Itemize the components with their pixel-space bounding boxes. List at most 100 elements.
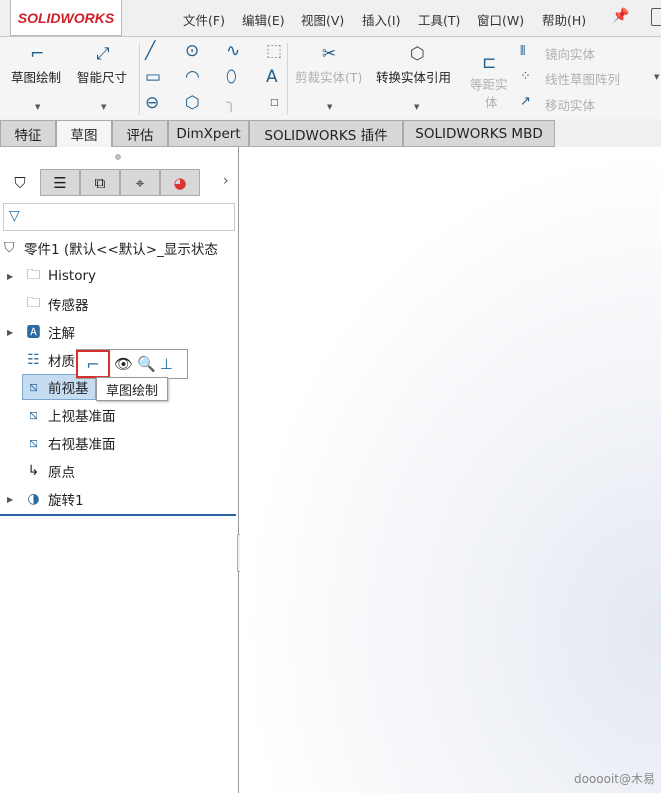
line-icon[interactable]: ╱	[145, 42, 155, 60]
dropdown-arrow-icon[interactable]: ▼	[654, 73, 659, 81]
filter-input[interactable]: ▽	[3, 203, 235, 231]
revolve-icon: ◑	[27, 491, 40, 507]
history-folder-icon: 🗀	[26, 267, 41, 283]
command-tabs: 特征 草图 评估 DimXpert SOLIDWORKS 插件 SOLIDWOR…	[0, 119, 661, 147]
plane-icon: ⧅	[29, 407, 38, 423]
menu-window[interactable]: 窗口(W)	[477, 10, 524, 29]
tab-dimxpert[interactable]: DimXpert	[168, 120, 249, 147]
display-manager-tab[interactable]: ◕	[160, 169, 200, 196]
tree-item-label: 上视基准面	[48, 409, 116, 425]
tree-item-label: 传感器	[48, 298, 89, 314]
menu-insert[interactable]: 插入(I)	[362, 10, 400, 29]
tree-item-label: History	[48, 268, 97, 284]
offset-icon: ⊏	[482, 53, 497, 73]
offset-button: 等距实	[470, 77, 508, 92]
panel-grip[interactable]	[115, 154, 121, 160]
linear-pattern-button: 线性草图阵列	[545, 72, 621, 87]
watermark: dooooit@木易	[573, 772, 655, 786]
linear-pattern-icon: ⁘	[520, 69, 531, 84]
convert-entities-button[interactable]: 转换实体引用	[376, 67, 451, 86]
pin-icon[interactable]: 📌	[612, 8, 629, 24]
construction-geometry-icon[interactable]: ⬚	[266, 42, 282, 60]
slot-icon[interactable]: ⊖	[145, 94, 159, 112]
dropdown-arrow-icon[interactable]: ▼	[35, 103, 40, 111]
mirror-button: 镜向实体	[545, 47, 596, 62]
tree-item-label: 右视基准面	[48, 437, 116, 453]
tree-item-label: 前视基	[48, 381, 89, 397]
spline-icon[interactable]: ∿	[226, 42, 240, 60]
expand-icon[interactable]: ▶	[7, 495, 13, 504]
move-button: 移动实体	[545, 98, 596, 113]
menu-view[interactable]: 视图(V)	[301, 10, 344, 29]
crosshair-icon: ⌖	[135, 173, 145, 192]
trim-icon: ✂	[322, 44, 337, 64]
tab-features[interactable]: 特征	[0, 120, 56, 147]
circle-icon[interactable]: ⊙	[185, 42, 199, 60]
tree-root-label: 零件1 (默认<<默认>_显示状态	[24, 242, 218, 258]
plane-icon: ⧅	[29, 435, 38, 451]
menu-edit[interactable]: 编辑(E)	[242, 10, 285, 29]
tab-evaluate[interactable]: 评估	[112, 120, 168, 147]
polygon-icon[interactable]: ⬡	[185, 94, 200, 112]
graphics-area[interactable]	[240, 147, 661, 793]
window-button[interactable]	[651, 8, 661, 26]
sensor-folder-icon: 🗀	[26, 295, 41, 311]
tree-item-label: 原点	[48, 465, 75, 481]
rectangle-icon[interactable]: ▭	[145, 68, 161, 86]
arc-icon[interactable]: ◠	[185, 68, 200, 86]
tooltip: 草图绘制	[96, 377, 168, 401]
point-icon[interactable]: □	[270, 94, 279, 112]
rollback-bar[interactable]	[0, 514, 236, 516]
offset-button-line2: 体	[485, 95, 498, 110]
normal-to-icon[interactable]: ⊥	[160, 355, 173, 373]
separator	[139, 43, 140, 115]
fillet-icon: ╮	[226, 93, 237, 113]
menu-bar: SOLIDWORKS 文件(F) 编辑(E) 视图(V) 插入(I) 工具(T)…	[0, 0, 661, 37]
config-icon: ⧉	[94, 173, 106, 192]
configuration-manager-tab[interactable]: ⧉	[80, 169, 120, 196]
sketch-context-button[interactable]: ⌐	[76, 350, 110, 378]
part-icon: ⛉	[14, 173, 26, 192]
convert-entities-icon[interactable]: ⬡	[410, 45, 425, 63]
sketch-icon[interactable]: ⌐	[30, 45, 44, 63]
dropdown-arrow-icon[interactable]: ▼	[101, 103, 106, 111]
list-icon: ☰	[53, 173, 67, 192]
plane-icon: ⧅	[29, 379, 38, 395]
tree-item-label: 注解	[48, 326, 75, 342]
menu-file[interactable]: 文件(F)	[183, 10, 225, 29]
color-wheel-icon: ◕	[173, 173, 187, 192]
filter-icon: ▽	[9, 208, 20, 224]
tab-addins[interactable]: SOLIDWORKS 插件	[249, 120, 403, 147]
menu-help[interactable]: 帮助(H)	[542, 10, 586, 29]
dropdown-arrow-icon[interactable]: ▼	[414, 103, 419, 111]
ellipse-icon[interactable]: ⬯	[226, 68, 237, 86]
separator	[287, 43, 288, 115]
sketch-button[interactable]: 草图绘制	[11, 67, 61, 86]
smart-dimension-button[interactable]: 智能尺寸	[77, 67, 127, 86]
material-icon: ☷	[27, 352, 40, 368]
text-icon[interactable]: A	[266, 68, 278, 86]
solidworks-logo[interactable]: SOLIDWORKS	[10, 0, 122, 36]
dimxpert-manager-tab[interactable]: ⌖	[120, 169, 160, 196]
tab-sketch[interactable]: 草图	[56, 120, 112, 147]
part-icon: ⛉	[4, 240, 15, 256]
property-manager-tab[interactable]: ☰	[40, 169, 80, 196]
trim-button: 剪裁实体(T)	[295, 70, 363, 85]
context-toolbar: ⌐ 👁 🔍 ⊥	[76, 349, 188, 379]
chevron-right-icon[interactable]: ›	[223, 173, 229, 189]
tab-mbd[interactable]: SOLIDWORKS MBD	[403, 120, 555, 147]
feature-tree-tab[interactable]: ⛉	[0, 169, 40, 196]
smart-dimension-icon[interactable]: ⤢	[96, 45, 110, 63]
tree-item-label: 材质	[48, 354, 75, 370]
move-icon: ↗	[520, 94, 531, 109]
show-hide-icon[interactable]: 👁	[114, 355, 133, 373]
dropdown-arrow-icon[interactable]: ▼	[327, 103, 332, 111]
expand-icon[interactable]: ▶	[7, 328, 13, 337]
menu-tools[interactable]: 工具(T)	[418, 10, 460, 29]
expand-icon[interactable]: ▶	[7, 272, 13, 281]
command-manager: ⌐ 草图绘制 ▼ ⤢ 智能尺寸 ▼ ╱ ⊙ ∿ ⬚ ▭ ◠ ⬯ A ⊖ ⬡ ╮ …	[0, 37, 661, 119]
tree-item-label: 旋转1	[48, 493, 84, 509]
mirror-icon: ⫴	[520, 44, 526, 59]
zoom-to-selection-icon[interactable]: 🔍	[137, 355, 156, 373]
annotation-folder-icon: 🅰	[26, 325, 41, 341]
